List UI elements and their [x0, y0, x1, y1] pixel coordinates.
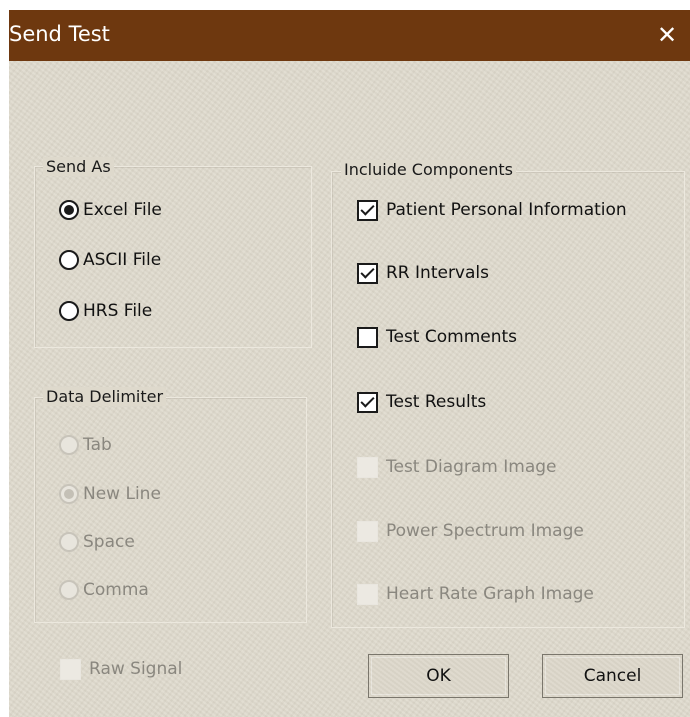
checkbox[interactable] — [357, 262, 378, 284]
checkbox[interactable] — [357, 391, 378, 413]
checkbox-label: Raw Signal — [89, 659, 183, 679]
checkbox-patient-personal-information[interactable]: Patient Personal Information — [357, 196, 627, 224]
send-as-label: Send As — [43, 157, 114, 176]
title-bar[interactable]: Send Test ✕ — [9, 10, 690, 61]
window-title: Send Test — [9, 22, 110, 46]
ok-button[interactable]: OK — [368, 654, 509, 698]
close-icon: ✕ — [656, 21, 678, 49]
include-components-label: Incluide Components — [341, 160, 516, 179]
checkbox-label: Test Diagram Image — [386, 457, 557, 477]
checkbox-heart-rate-graph-image[interactable]: Heart Rate Graph Image — [357, 580, 594, 608]
radio-hrs-file[interactable]: HRS File — [59, 297, 152, 325]
radio-tab[interactable]: Tab — [59, 431, 112, 459]
radio-label: New Line — [83, 484, 161, 504]
radio-label: ASCII File — [83, 250, 162, 270]
checkbox-label: Test Comments — [386, 327, 518, 347]
radio-label: HRS File — [83, 301, 153, 321]
background-strip — [0, 0, 690, 10]
radio-label: Space — [83, 532, 135, 552]
close-button[interactable]: ✕ — [650, 18, 684, 52]
checkbox-label: RR Intervals — [386, 263, 489, 283]
checkbox-label: Test Results — [386, 392, 487, 412]
checkbox-label: Patient Personal Information — [386, 200, 627, 220]
cancel-button[interactable]: Cancel — [542, 654, 683, 698]
checkbox[interactable] — [357, 583, 378, 605]
radio-button[interactable] — [59, 580, 79, 600]
checkbox-test-results[interactable]: Test Results — [357, 388, 486, 416]
radio-new-line[interactable]: New Line — [59, 480, 161, 508]
radio-comma[interactable]: Comma — [59, 576, 149, 604]
checkbox-label: Power Spectrum Image — [386, 521, 584, 541]
radio-label: Tab — [83, 435, 112, 455]
checkbox-test-diagram-image[interactable]: Test Diagram Image — [357, 453, 557, 481]
button-face — [371, 657, 506, 695]
checkbox[interactable] — [357, 326, 378, 348]
data-delimiter-label: Data Delimiter — [43, 387, 167, 406]
radio-label: Comma — [83, 580, 149, 600]
radio-label: Excel File — [83, 200, 162, 220]
radio-button[interactable] — [59, 250, 79, 270]
radio-button[interactable] — [59, 484, 79, 504]
checkbox-test-comments[interactable]: Test Comments — [357, 323, 517, 351]
radio-button[interactable] — [59, 301, 79, 321]
checkbox-raw-signal[interactable]: Raw Signal — [60, 655, 182, 683]
radio-space[interactable]: Space — [59, 528, 135, 556]
checkbox-label: Heart Rate Graph Image — [386, 584, 594, 604]
radio-button[interactable] — [59, 435, 79, 455]
radio-ascii-file[interactable]: ASCII File — [59, 246, 161, 274]
radio-excel-file[interactable]: Excel File — [59, 196, 162, 224]
checkbox[interactable] — [357, 199, 378, 221]
dialog-body: Send As Excel File ASCII File HRS File D… — [9, 61, 690, 717]
radio-button[interactable] — [59, 532, 79, 552]
button-face — [545, 657, 680, 695]
checkbox[interactable] — [60, 658, 81, 680]
radio-button[interactable] — [59, 200, 79, 220]
checkbox[interactable] — [357, 456, 378, 478]
checkbox-power-spectrum-image[interactable]: Power Spectrum Image — [357, 517, 584, 545]
checkbox[interactable] — [357, 520, 378, 542]
checkbox-rr-intervals[interactable]: RR Intervals — [357, 259, 489, 287]
